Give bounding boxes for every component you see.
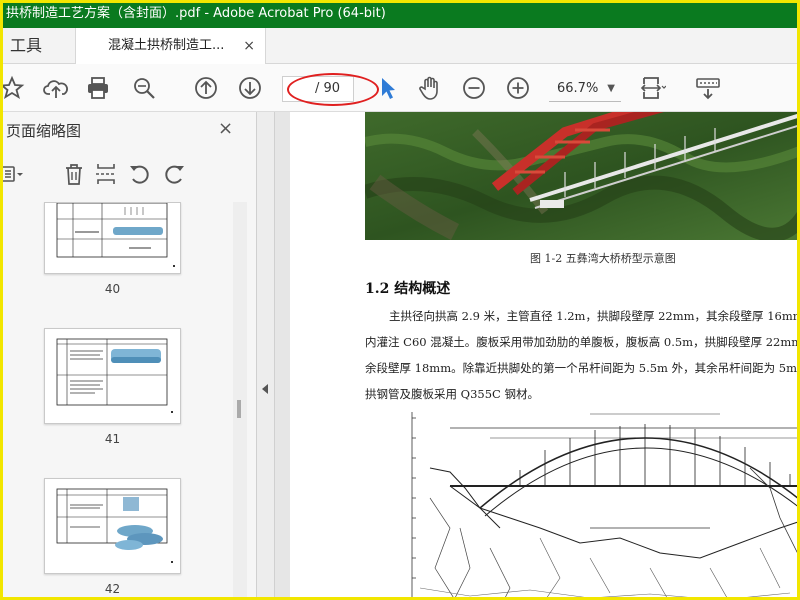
chevron-left-icon <box>262 384 268 394</box>
close-tab-icon[interactable]: × <box>243 28 255 64</box>
page-down-icon[interactable] <box>236 74 264 102</box>
zoom-dropdown[interactable]: 66.7% ▼ <box>549 76 621 102</box>
bridge-elevation-drawing <box>390 408 800 600</box>
chevron-down-icon: ▼ <box>607 83 615 94</box>
scrollbar-thumb[interactable] <box>237 400 241 418</box>
thumbnail-page-40[interactable] <box>44 202 181 274</box>
page-thumbnails-panel: 页面缩略图 × 40 41 42 <box>0 112 257 600</box>
hand-icon[interactable] <box>416 74 444 102</box>
section-heading: 1.2 结构概述 <box>365 281 451 297</box>
thumbnail-label: 41 <box>104 432 121 446</box>
select-cursor-icon[interactable] <box>374 74 402 102</box>
panel-title: 页面缩略图 <box>6 122 82 140</box>
thumbnail-page-42[interactable] <box>44 478 181 574</box>
paragraph-line: 余段壁厚 18mm。除靠近拱脚处的第一个吊杆间距为 5.5m 外，其余吊杆间距为… <box>365 361 800 375</box>
rotate-right-icon[interactable] <box>160 160 188 188</box>
thumbnail-page-41[interactable] <box>44 328 181 424</box>
pdf-page: 图 1-2 五彝湾大桥桥型示意图 1.2 结构概述 主拱径向拱高 2.9 米，主… <box>290 112 800 600</box>
close-panel-icon[interactable]: × <box>218 118 233 139</box>
print-icon[interactable] <box>84 74 112 102</box>
paragraph-line: 内灌注 C60 混凝土。腹板采用带加劲肋的单腹板，腹板高 0.5m，拱脚段壁厚 … <box>365 335 800 349</box>
tab-tools[interactable]: 工具 <box>0 28 76 64</box>
star-icon[interactable] <box>0 74 26 102</box>
paragraph-line: 主拱径向拱高 2.9 米，主管直径 1.2m，拱脚段壁厚 22mm，其余段壁厚 … <box>389 309 800 323</box>
cloud-upload-icon[interactable] <box>42 74 70 102</box>
extract-page-icon[interactable] <box>92 160 120 188</box>
thumbnail-options-icon[interactable] <box>0 160 24 188</box>
toolbar: / 90 66.7% ▼ <box>0 64 800 112</box>
thumbnail-scrollbar[interactable] <box>233 202 247 600</box>
panel-toolbar <box>0 152 257 196</box>
rotate-left-icon[interactable] <box>126 160 154 188</box>
zoom-out-icon[interactable] <box>460 74 488 102</box>
paragraph-line: 拱钢管及腹板采用 Q355C 钢材。 <box>365 387 539 401</box>
trash-icon[interactable] <box>60 160 88 188</box>
tab-document[interactable]: 混凝土拱桥制造工... × <box>76 28 266 65</box>
page-fit-icon[interactable] <box>638 74 667 102</box>
zoom-search-icon[interactable] <box>130 74 158 102</box>
red-annotation-ellipse <box>287 73 379 106</box>
page-up-icon[interactable] <box>192 74 220 102</box>
thumbnail-label: 42 <box>104 582 121 596</box>
tab-bar: 工具 混凝土拱桥制造工... × <box>0 28 800 65</box>
thumbnail-list: 40 41 42 <box>0 202 257 600</box>
thumbnail-label: 40 <box>104 282 121 296</box>
zoom-in-icon[interactable] <box>504 74 532 102</box>
tab-document-label: 混凝土拱桥制造工... <box>108 38 225 53</box>
bridge-photo <box>365 112 800 240</box>
keyboard-icon[interactable] <box>694 74 722 102</box>
window-title: 拱桥制造工艺方案（含封面）.pdf - Adobe Acrobat Pro (6… <box>0 0 800 28</box>
collapse-panel-handle[interactable] <box>257 112 275 600</box>
document-view: 图 1-2 五彝湾大桥桥型示意图 1.2 结构概述 主拱径向拱高 2.9 米，主… <box>275 112 800 600</box>
figure-caption: 图 1-2 五彝湾大桥桥型示意图 <box>530 252 676 265</box>
zoom-value: 66.7% <box>557 81 599 96</box>
